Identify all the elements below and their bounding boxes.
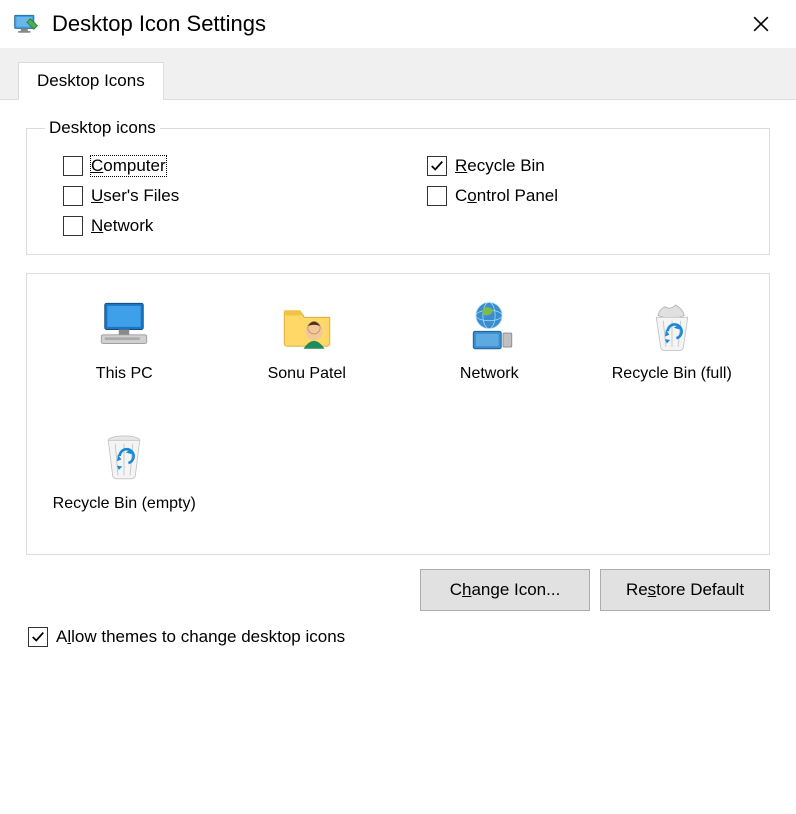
- checkbox-network[interactable]: Network: [63, 216, 387, 236]
- recycle-bin-empty-icon: [92, 424, 156, 488]
- computer-icon: [92, 294, 156, 358]
- icon-recycle-bin-full[interactable]: Recycle Bin (full): [585, 288, 760, 410]
- checkbox-label: Computer: [91, 156, 166, 176]
- icon-user-folder[interactable]: Sonu Patel: [220, 288, 395, 410]
- group-legend: Desktop icons: [45, 118, 160, 138]
- checkbox-recycle-bin[interactable]: Recycle Bin: [427, 156, 751, 176]
- checkbox-label: User's Files: [91, 186, 179, 206]
- change-icon-button[interactable]: Change Icon...: [420, 569, 590, 611]
- checkbox-box[interactable]: [63, 216, 83, 236]
- titlebar: Desktop Icon Settings: [0, 0, 796, 48]
- restore-default-button[interactable]: Restore Default: [600, 569, 770, 611]
- recycle-bin-full-icon: [640, 294, 704, 358]
- icon-this-pc[interactable]: This PC: [37, 288, 212, 410]
- tab-desktop-icons[interactable]: Desktop Icons: [18, 62, 164, 100]
- icon-label: Network: [460, 364, 519, 404]
- close-button[interactable]: [738, 8, 784, 40]
- checkbox-box[interactable]: [427, 186, 447, 206]
- icon-recycle-bin-empty[interactable]: Recycle Bin (empty): [37, 418, 212, 540]
- desktop-icons-group: Desktop icons Computer Recycle Bin User'…: [26, 118, 770, 255]
- checkbox-label: Control Panel: [455, 186, 558, 206]
- desktop-settings-icon: [12, 10, 40, 38]
- icon-label: This PC: [96, 364, 153, 404]
- checkbox-box[interactable]: [28, 627, 48, 647]
- icon-network[interactable]: Network: [402, 288, 577, 410]
- checkbox-box[interactable]: [427, 156, 447, 176]
- checkbox-computer[interactable]: Computer: [63, 156, 387, 176]
- icon-label: Sonu Patel: [268, 364, 346, 404]
- checkbox-label: Allow themes to change desktop icons: [56, 627, 345, 647]
- icon-label: Recycle Bin (full): [612, 364, 732, 404]
- checkbox-grid: Computer Recycle Bin User's Files Contro…: [45, 152, 751, 236]
- icon-preview-box: This PC Sonu Patel: [26, 273, 770, 555]
- icon-label: Recycle Bin (empty): [53, 494, 196, 534]
- checkbox-allow-themes[interactable]: Allow themes to change desktop icons: [26, 627, 770, 647]
- window-title: Desktop Icon Settings: [52, 11, 738, 37]
- icon-grid: This PC Sonu Patel: [37, 288, 759, 540]
- checkbox-users-files[interactable]: User's Files: [63, 186, 387, 206]
- checkbox-box[interactable]: [63, 156, 83, 176]
- checkbox-control-panel[interactable]: Control Panel: [427, 186, 751, 206]
- button-row: Change Icon... Restore Default: [26, 569, 770, 611]
- tabstrip: Desktop Icons: [0, 48, 796, 100]
- user-folder-icon: [275, 294, 339, 358]
- checkbox-box[interactable]: [63, 186, 83, 206]
- checkbox-label: Recycle Bin: [455, 156, 545, 176]
- checkbox-label: Network: [91, 216, 153, 236]
- tab-content: Desktop icons Computer Recycle Bin User'…: [0, 100, 796, 665]
- network-icon: [457, 294, 521, 358]
